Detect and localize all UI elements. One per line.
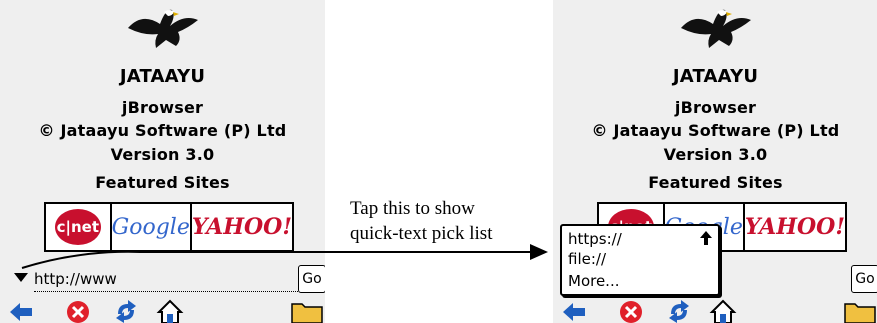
callout-arrow-icon [21,244,548,269]
